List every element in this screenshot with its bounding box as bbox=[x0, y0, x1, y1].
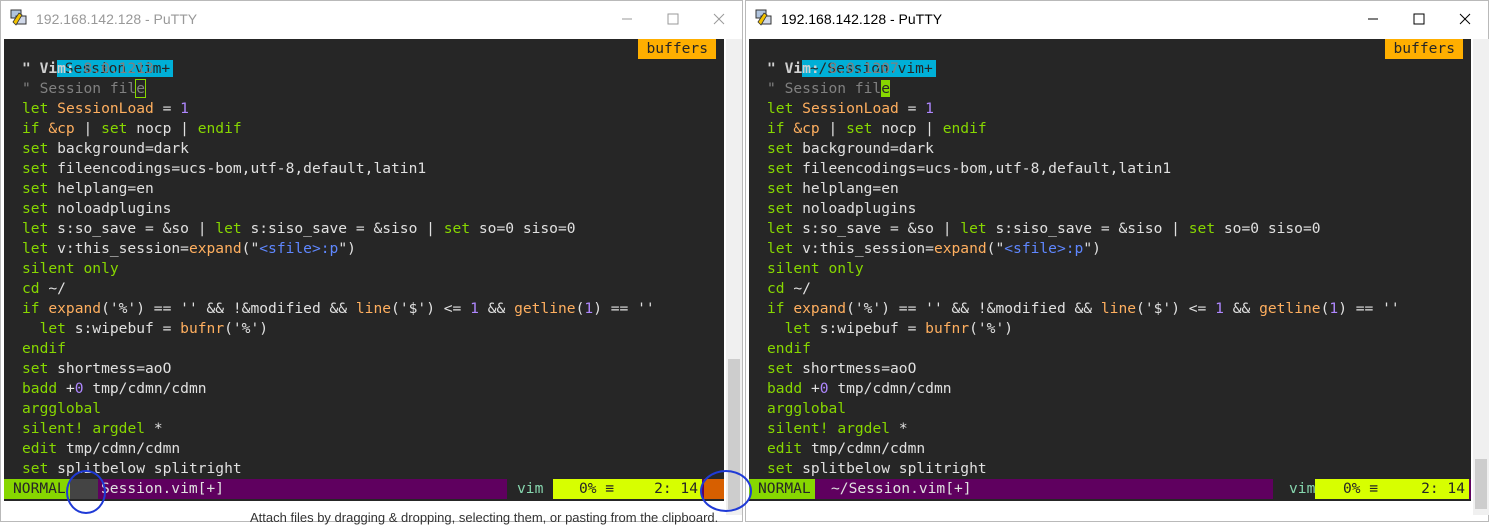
code-line: edit tmp/cdmn/cdmn bbox=[767, 440, 926, 457]
status-position: 0% ≡ 2: 14 bbox=[553, 479, 702, 499]
code-line: set helplang=en bbox=[22, 180, 154, 197]
statusline: NORMAL Session.vim[+] vim 0% ≡ 2: 14 bbox=[4, 479, 724, 499]
code-line: " Session file bbox=[767, 80, 891, 97]
code-line: if &cp | set nocp | endif bbox=[22, 120, 242, 137]
tabline: Session.vim+ buffers bbox=[4, 39, 724, 77]
statusline: NORMAL ~/Session.vim[+] vim 0% ≡ 2: 14 bbox=[749, 479, 1471, 499]
close-button[interactable] bbox=[1442, 1, 1488, 37]
code-line: " Vim: 8.0.1213 bbox=[22, 60, 154, 77]
code-line: set fileencodings=ucs-bom,utf-8,default,… bbox=[767, 160, 1172, 177]
maximize-icon bbox=[1413, 13, 1425, 25]
putty-window-left: 192.168.142.128 - PuTTY Session.vim+ buf… bbox=[0, 0, 743, 522]
code-line: let s:so_save = &so | let s:siso_save = … bbox=[22, 220, 576, 237]
code-line: let s:so_save = &so | let s:siso_save = … bbox=[767, 220, 1321, 237]
code-line: set background=dark bbox=[767, 140, 934, 157]
code-line: let s:wipebuf = bufnr('%') bbox=[22, 320, 269, 337]
titlebar[interactable]: 192.168.142.128 - PuTTY bbox=[746, 1, 1488, 37]
cursor: e bbox=[135, 79, 147, 98]
minimize-button[interactable] bbox=[1350, 1, 1396, 37]
status-error-indicator bbox=[704, 479, 724, 499]
code-line: let v:this_session=expand("<sfile>:p") bbox=[22, 240, 356, 257]
status-filename: Session.vim[+] bbox=[101, 479, 507, 499]
status-filename: ~/Session.vim[+] bbox=[823, 479, 1281, 499]
code-line: cd ~/ bbox=[767, 280, 811, 297]
code-line: " Vim: 8.0.1207 bbox=[767, 60, 899, 77]
code-line: let s:wipebuf = bufnr('%') bbox=[767, 320, 1014, 337]
code-line: set helplang=en bbox=[767, 180, 899, 197]
close-button[interactable] bbox=[696, 1, 742, 37]
code-line: silent! argdel * bbox=[22, 420, 163, 437]
code-line: argglobal bbox=[767, 400, 847, 417]
buffers-label: buffers bbox=[638, 39, 716, 59]
code-line: set shortmess=aoO bbox=[22, 360, 172, 377]
window-title: 192.168.142.128 - PuTTY bbox=[781, 11, 943, 27]
code-line: silent only bbox=[767, 260, 864, 277]
tabline: ~/Session.vim+ buffers bbox=[749, 39, 1471, 77]
mode-indicator: NORMAL bbox=[749, 479, 815, 499]
code-line: badd +0 tmp/cdmn/cdmn bbox=[767, 380, 952, 397]
code-line: set splitbelow splitright bbox=[22, 460, 242, 477]
code-line: if expand('%') == '' && !&modified && li… bbox=[767, 300, 1400, 317]
code-line: silent! argdel * bbox=[767, 420, 908, 437]
code-line: let SessionLoad = 1 bbox=[22, 100, 189, 117]
terminal-area[interactable]: Session.vim+ buffers " Vim: 8.0.1213 " S… bbox=[4, 39, 724, 501]
terminal-area[interactable]: ~/Session.vim+ buffers " Vim: 8.0.1207 "… bbox=[749, 39, 1471, 501]
mode-indicator: NORMAL bbox=[4, 479, 70, 499]
code-line: set background=dark bbox=[22, 140, 189, 157]
maximize-button[interactable] bbox=[1396, 1, 1442, 37]
attach-hint-text: Attach files by dragging & dropping, sel… bbox=[250, 510, 719, 525]
code-line: let SessionLoad = 1 bbox=[767, 100, 934, 117]
minimize-icon bbox=[1368, 18, 1378, 20]
code-line: set noloadplugins bbox=[767, 200, 917, 217]
minimize-button[interactable] bbox=[604, 1, 650, 37]
code-line: cd ~/ bbox=[22, 280, 66, 297]
scrollbar[interactable] bbox=[1473, 39, 1489, 515]
code-line: badd +0 tmp/cdmn/cdmn bbox=[22, 380, 207, 397]
code-line: let v:this_session=expand("<sfile>:p") bbox=[767, 240, 1101, 257]
code-line: set shortmess=aoO bbox=[767, 360, 917, 377]
scrollbar[interactable] bbox=[726, 39, 742, 515]
close-icon bbox=[713, 13, 725, 25]
code-line: endif bbox=[767, 340, 811, 357]
code-line: if &cp | set nocp | endif bbox=[767, 120, 987, 137]
titlebar[interactable]: 192.168.142.128 - PuTTY bbox=[1, 1, 742, 37]
minimize-icon bbox=[622, 18, 632, 20]
buffers-label: buffers bbox=[1385, 39, 1463, 59]
window-title: 192.168.142.128 - PuTTY bbox=[36, 11, 198, 27]
code-line: set noloadplugins bbox=[22, 200, 172, 217]
scroll-thumb[interactable] bbox=[1475, 459, 1487, 509]
close-icon bbox=[1459, 13, 1471, 25]
code-line: if expand('%') == '' && !&modified && li… bbox=[22, 300, 655, 317]
putty-icon bbox=[10, 9, 27, 26]
code-line: set splitbelow splitright bbox=[767, 460, 987, 477]
scroll-thumb[interactable] bbox=[728, 359, 740, 509]
maximize-icon bbox=[667, 13, 679, 25]
putty-window-right: 192.168.142.128 - PuTTY ~/Session.vim+ b… bbox=[745, 0, 1489, 522]
code-line: set fileencodings=ucs-bom,utf-8,default,… bbox=[22, 160, 427, 177]
code-line: " Session file bbox=[22, 79, 147, 98]
code-line: endif bbox=[22, 340, 66, 357]
status-position: 0% ≡ 2: 14 bbox=[1315, 479, 1469, 499]
code-line: silent only bbox=[22, 260, 119, 277]
cursor: e bbox=[881, 80, 891, 97]
status-gap bbox=[70, 479, 98, 499]
maximize-button[interactable] bbox=[650, 1, 696, 37]
code-line: argglobal bbox=[22, 400, 102, 417]
code-line: edit tmp/cdmn/cdmn bbox=[22, 440, 181, 457]
putty-icon bbox=[755, 9, 772, 26]
